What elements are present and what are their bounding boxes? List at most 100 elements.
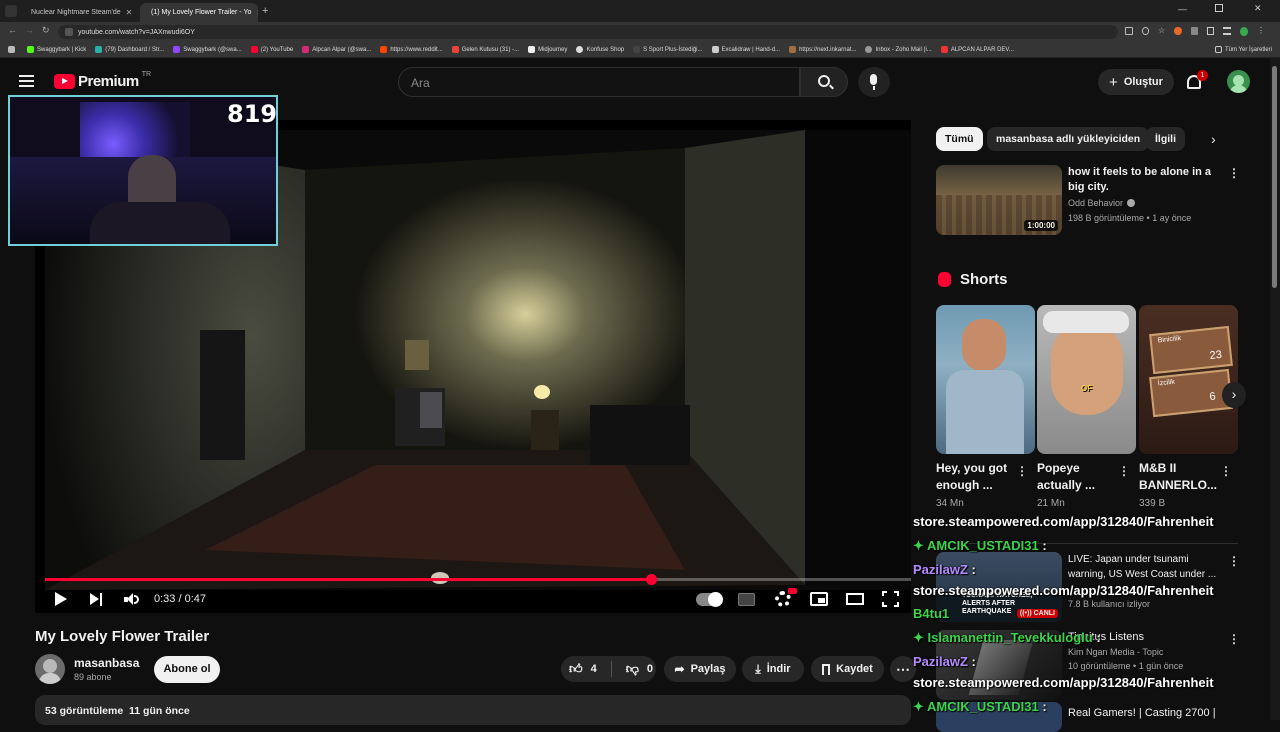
extension-list-icon[interactable]	[1223, 27, 1231, 35]
fullscreen-icon[interactable]	[882, 591, 899, 607]
next-button[interactable]	[90, 593, 104, 606]
extension-orange-icon[interactable]	[1174, 27, 1182, 35]
miniplayer-icon[interactable]	[810, 592, 828, 606]
short-thumbnail[interactable]: OF	[1037, 305, 1136, 454]
apps-icon[interactable]	[8, 46, 15, 53]
zoom-icon[interactable]	[1141, 27, 1150, 35]
dislike-button[interactable]: 👎︎ 0	[626, 661, 653, 677]
channel-name[interactable]: Kim Ngan Media - Topic	[1068, 647, 1163, 657]
bookmark-item[interactable]: https://next.inkarnat...	[789, 46, 856, 53]
bookmark-item[interactable]: (79) Dashboard / Str...	[95, 46, 164, 53]
bookmark-item[interactable]: Swaggybark | Kick	[27, 46, 86, 53]
short-title[interactable]: M&B II BANNERLO...	[1139, 460, 1217, 494]
search-input[interactable]: Ara	[398, 67, 800, 97]
close-icon[interactable]: ✕	[126, 8, 133, 17]
subscriber-count: 89 abone	[74, 672, 112, 682]
bookmark-item[interactable]: Inbox - Zoho Mail (i...	[865, 46, 932, 53]
all-bookmarks[interactable]: Tüm Yer İşaretleri	[1214, 46, 1272, 53]
forward-icon[interactable]: →	[25, 25, 34, 35]
address-bar[interactable]: youtube.com/watch?v=JAXnwudi6OY	[58, 25, 1118, 39]
tab-steam[interactable]: Nuclear Nightmare Steam'de ✕	[20, 3, 138, 22]
download-button[interactable]: ⤓ İndir	[742, 656, 804, 682]
video-title-link[interactable]: how it feels to be alone in a big city.	[1068, 165, 1218, 195]
short-thumbnail[interactable]: Binicilik 23 İzcilik 6	[1139, 305, 1238, 454]
short-title[interactable]: Hey, you got enough ...	[936, 460, 1012, 494]
shorts-heading: Shorts	[960, 271, 1008, 288]
bookmark-item[interactable]: (2) YouTube	[250, 46, 293, 53]
hd-badge	[788, 588, 797, 594]
more-options-icon[interactable]: ⋮	[1016, 464, 1028, 478]
play-button[interactable]	[55, 592, 67, 606]
minimize-button[interactable]: —	[1178, 4, 1187, 14]
bookmark-label: Gelen Kutusu (31) -...	[461, 46, 520, 53]
new-tab-button[interactable]: +	[262, 5, 268, 17]
bookmark-item[interactable]: ALPCAN ALPAR DEV...	[940, 46, 1014, 53]
bookmark-item[interactable]: Swaggybark (@swa...	[173, 46, 242, 53]
extensions-area[interactable]: ☆ ⋮	[1125, 27, 1265, 37]
video-title-link[interactable]: Real Gamers! | Casting 2700 |	[1068, 706, 1228, 721]
chips-next-chevron-icon[interactable]: ›	[1211, 131, 1216, 147]
channel-name[interactable]: Odd Behavior	[1068, 198, 1136, 208]
voice-search-button[interactable]	[858, 67, 890, 97]
bookmark-label: Excalidraw | Hand-d...	[721, 46, 781, 53]
chip-from-uploader[interactable]: masanbasa adlı yükleyiciden	[987, 127, 1150, 151]
description-box[interactable]: 53 görüntüleme 11 gün önce	[35, 695, 911, 725]
short-thumbnail[interactable]	[936, 305, 1035, 454]
more-options-icon[interactable]: ⋮	[1228, 632, 1240, 646]
back-icon[interactable]: ←	[8, 25, 17, 35]
short-title[interactable]: Popeye actually ...	[1037, 460, 1113, 494]
bookmark-item[interactable]: S Sport Plus-İstediği...	[633, 46, 703, 53]
search-button[interactable]	[800, 67, 848, 97]
video-title-link[interactable]: LIVE: Japan under tsunami warning, US We…	[1068, 552, 1224, 582]
bookmark-item[interactable]: https://www.reddit...	[380, 46, 443, 53]
star-icon[interactable]: ☆	[1158, 27, 1165, 37]
bookmark-item[interactable]: Konfuse Shop	[576, 46, 624, 53]
cast-icon[interactable]	[1125, 27, 1133, 35]
close-icon[interactable]: ✕	[256, 8, 258, 17]
autoplay-toggle[interactable]	[696, 592, 723, 607]
share-label: Paylaş	[690, 663, 726, 675]
avatar[interactable]	[1227, 70, 1250, 93]
menu-icon[interactable]: ⋮	[1257, 27, 1265, 37]
volume-button[interactable]	[124, 593, 140, 606]
bookmark-item[interactable]: Midjourney	[528, 46, 567, 53]
scrollbar-thumb[interactable]	[1272, 66, 1277, 288]
chip-all[interactable]: Tümü	[936, 127, 983, 151]
channel-name[interactable]: masanbasa	[74, 656, 139, 670]
extension-puzzle-icon[interactable]	[1190, 27, 1198, 35]
share-button[interactable]: ➦ Paylaş	[664, 656, 736, 682]
bookmark-label: https://www.reddit...	[390, 46, 443, 53]
bookmark-item[interactable]: Excalidraw | Hand-d...	[711, 46, 781, 53]
next-icon	[90, 593, 99, 605]
bookmark-item[interactable]: Alpcan Alpar (@swa...	[302, 46, 371, 53]
create-button[interactable]: + Oluştur	[1098, 69, 1174, 95]
more-options-icon[interactable]: ⋮	[1228, 554, 1240, 568]
subtitles-icon[interactable]	[738, 593, 755, 606]
progress-bar[interactable]	[45, 574, 911, 585]
close-window-button[interactable]: ✕	[1254, 3, 1262, 14]
more-options-icon[interactable]: ⋮	[1118, 464, 1130, 478]
download-label: İndir	[766, 663, 791, 675]
channel-avatar[interactable]	[35, 654, 65, 684]
page-scrollbar[interactable]	[1270, 58, 1280, 720]
youtube-logo[interactable]: Premium TR	[54, 71, 151, 90]
maximize-button[interactable]	[1215, 4, 1223, 12]
extension-box-icon[interactable]	[1206, 27, 1215, 35]
tab-search-button[interactable]	[5, 5, 17, 17]
theater-mode-icon[interactable]	[846, 593, 864, 605]
save-button[interactable]: Kaydet	[811, 656, 884, 682]
shorts-next-button[interactable]: ›	[1222, 382, 1246, 408]
more-options-icon[interactable]: ⋮	[1228, 166, 1240, 180]
subscribe-button[interactable]: Abone ol	[154, 656, 220, 683]
tab-youtube[interactable]: (1) My Lovely Flower Trailer - Yo ✕	[140, 3, 258, 22]
bookmark-item[interactable]: Gelen Kutusu (31) -...	[451, 46, 520, 53]
progress-bar-fill	[45, 578, 652, 581]
reload-icon[interactable]: ↻	[42, 25, 50, 36]
hamburger-menu-icon[interactable]	[19, 75, 34, 87]
like-button[interactable]: 👍︎ 4	[569, 661, 597, 677]
chip-related[interactable]: İlgili	[1146, 127, 1185, 151]
profile-avatar-icon[interactable]	[1239, 27, 1249, 36]
video-thumbnail[interactable]: 1:00:00	[936, 165, 1062, 235]
mic-icon	[870, 74, 877, 85]
more-options-icon[interactable]: ⋮	[1220, 464, 1232, 478]
